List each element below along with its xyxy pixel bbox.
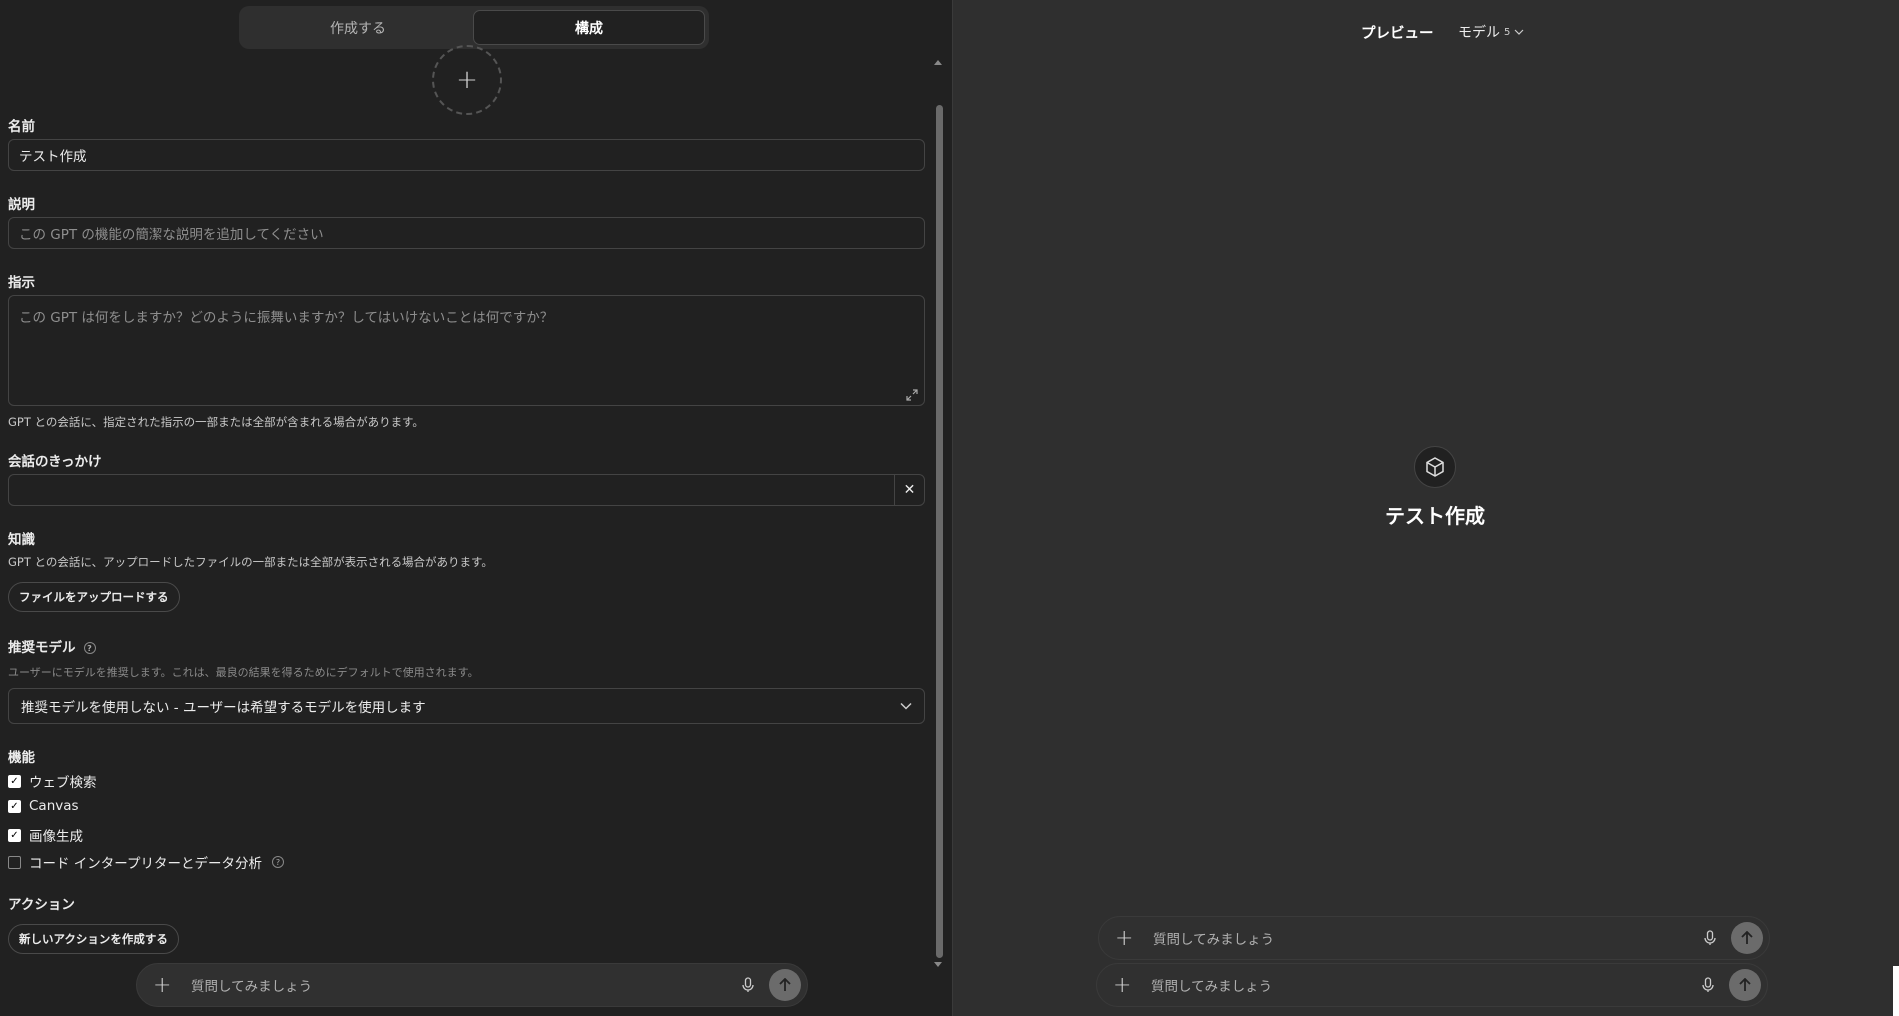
recommended-model-select[interactable]: 推奨モデルを使用しない - ユーザーは希望するモデルを使用します [8, 688, 925, 724]
instructions-hint: GPT との会話に、指定された指示の一部または全部が含まれる場合があります。 [8, 415, 424, 429]
capability-code-interpreter[interactable]: コード インタープリターとデータ分析 ? [8, 852, 284, 872]
clear-starter-button[interactable]: ✕ [894, 475, 924, 505]
help-icon[interactable]: ? [271, 856, 284, 868]
mic-icon[interactable] [733, 977, 763, 993]
instructions-textarea[interactable]: この GPT は何をしますか？どのように振舞いますか？してはいけないことは何です… [8, 295, 925, 406]
gpt-name: テスト作成 [1385, 504, 1485, 528]
description-label: 説明 [8, 197, 35, 213]
knowledge-label: 知識 [8, 532, 35, 548]
capability-canvas[interactable]: ✓ Canvas [8, 798, 79, 814]
plus-icon[interactable]: + [153, 973, 183, 998]
chat-input-placeholder[interactable]: 質問してみましょう [1143, 975, 1693, 995]
instructions-label: 指示 [8, 275, 35, 291]
arrow-up-icon [1741, 931, 1753, 944]
preview-chat-input[interactable]: + 質問してみましょう [1098, 916, 1770, 960]
cube-icon [1414, 446, 1456, 488]
knowledge-hint: GPT との会話に、アップロードしたファイルの一部または全部が表示される場合があ… [8, 555, 493, 569]
plus-icon: + [456, 65, 478, 95]
starters-label: 会話のきっかけ [8, 454, 102, 470]
capability-label: ウェブ検索 [29, 775, 97, 791]
recommended-model-value: 推奨モデルを使用しない - ユーザーは希望するモデルを使用します [21, 700, 426, 716]
description-input[interactable]: この GPT の機能の簡潔な説明を追加してください [8, 217, 925, 249]
chevron-down-icon [1514, 29, 1524, 35]
send-button[interactable] [1731, 922, 1763, 954]
model-selector[interactable]: モデル 5 [1458, 22, 1524, 42]
checkbox-checked[interactable]: ✓ [8, 799, 21, 813]
scroll-down-arrow[interactable] [934, 962, 942, 967]
tab-configure[interactable]: 構成 [473, 10, 705, 45]
scroll-up-arrow[interactable] [934, 60, 942, 65]
chat-input-placeholder[interactable]: 質問してみましょう [1145, 928, 1695, 948]
checkbox-checked[interactable]: ✓ [8, 774, 21, 788]
mode-tabs: 作成する 構成 [239, 6, 709, 49]
model-number: 5 [1504, 26, 1511, 38]
arrow-up-icon [779, 978, 791, 991]
tab-create[interactable]: 作成する [243, 10, 473, 45]
close-icon: ✕ [903, 482, 916, 498]
corner-mark [1893, 966, 1899, 1016]
left-chat-input[interactable]: + 質問してみましょう [136, 963, 808, 1007]
chevron-down-icon [900, 702, 912, 710]
capability-web-search[interactable]: ✓ ウェブ検索 [8, 771, 97, 791]
plus-icon[interactable]: + [1115, 926, 1145, 951]
model-label: モデル [1458, 25, 1500, 41]
recommended-model-label: 推奨モデル? [8, 636, 96, 656]
capability-image-generation[interactable]: ✓ 画像生成 [8, 825, 83, 845]
name-label: 名前 [8, 119, 35, 135]
preview-title: プレビュー [1361, 26, 1434, 42]
upload-files-button[interactable]: ファイルをアップロードする [8, 582, 180, 612]
capabilities-label: 機能 [8, 750, 35, 766]
arrow-up-icon [1739, 978, 1751, 991]
plus-icon[interactable]: + [1113, 973, 1143, 998]
checkbox-checked[interactable]: ✓ [8, 828, 21, 842]
starter-input[interactable]: ✕ [8, 474, 925, 506]
actions-label: アクション [8, 897, 75, 913]
create-action-button[interactable]: 新しいアクションを作成する [8, 924, 179, 954]
preview-chat-input-secondary[interactable]: + 質問してみましょう [1096, 963, 1768, 1007]
send-button[interactable] [1729, 969, 1761, 1001]
mic-icon[interactable] [1693, 977, 1723, 993]
capability-label: コード インタープリターとデータ分析 [29, 856, 262, 872]
recommended-model-label-text: 推奨モデル [8, 640, 76, 656]
capability-label: Canvas [29, 798, 79, 814]
instructions-placeholder: この GPT は何をしますか？どのように振舞いますか？してはいけないことは何です… [19, 310, 554, 326]
name-input[interactable]: テスト作成 [8, 139, 925, 171]
scrollbar-thumb[interactable] [936, 105, 943, 958]
capability-label: 画像生成 [29, 829, 83, 845]
chat-input-placeholder[interactable]: 質問してみましょう [183, 975, 733, 995]
add-avatar-button[interactable]: + [432, 45, 502, 115]
recommended-model-hint: ユーザーにモデルを推奨します。これは、最良の結果を得るためにデフォルトで使用され… [8, 666, 479, 679]
help-icon[interactable]: ? [83, 642, 96, 654]
mic-icon[interactable] [1695, 930, 1725, 946]
checkbox-unchecked[interactable] [8, 855, 21, 869]
expand-icon[interactable] [906, 389, 918, 401]
send-button[interactable] [769, 969, 801, 1001]
